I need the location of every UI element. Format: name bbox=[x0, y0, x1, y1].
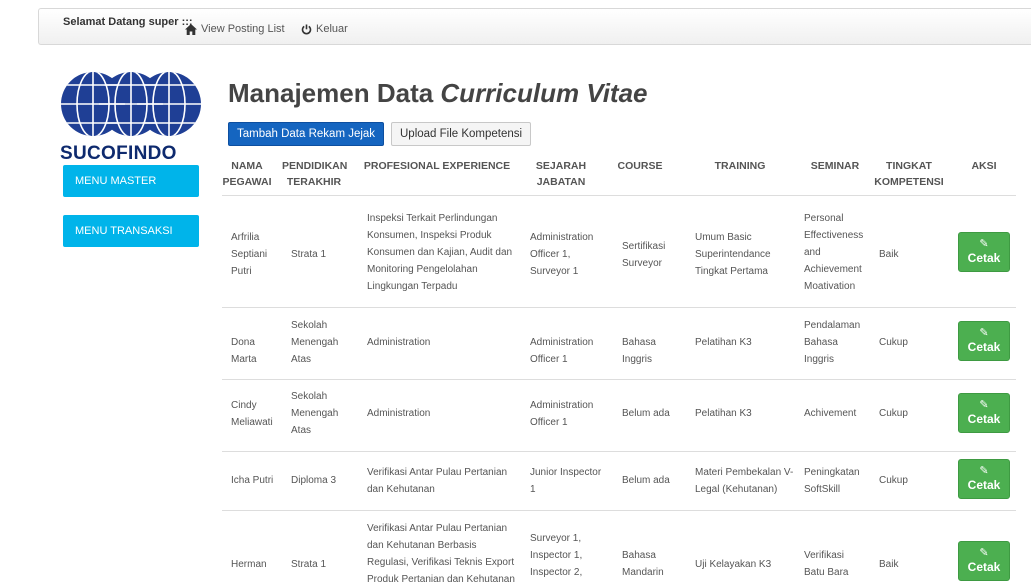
row-divider bbox=[222, 195, 1016, 196]
col-header-seminar: SEMINAR bbox=[810, 160, 860, 172]
cell-seminar: Verifikasi Batu Bara bbox=[804, 550, 849, 578]
cell-pengalaman: Verifikasi Antar Pulau Pertanian dan Keh… bbox=[367, 523, 515, 585]
cell-course: Belum ada bbox=[622, 475, 670, 486]
edit-icon: ✎ bbox=[979, 547, 989, 559]
cell-jabatan: Administration Officer 1 bbox=[530, 337, 594, 365]
cell-pendidikan: Sekolah Menengah Atas bbox=[291, 320, 339, 365]
view-posting-link[interactable]: View Posting List bbox=[185, 23, 285, 35]
cell-pengalaman: Administration bbox=[367, 408, 431, 419]
col-header-pendidikan: PENDIDIKAN TERAKHIR bbox=[282, 160, 348, 188]
home-icon bbox=[185, 23, 197, 35]
col-header-jabatan: SEJARAH JABATAN bbox=[535, 160, 587, 188]
cetak-label: Cetak bbox=[967, 560, 1001, 574]
cetak-label: Cetak bbox=[967, 412, 1001, 426]
cell-seminar: Achivement bbox=[804, 408, 857, 419]
cell-pendidikan: Diploma 3 bbox=[291, 475, 337, 486]
edit-icon: ✎ bbox=[979, 465, 989, 477]
edit-icon: ✎ bbox=[979, 327, 989, 339]
cell-pengalaman: Administration bbox=[367, 337, 431, 348]
cell-training: Materi Pembekalan V-Legal (Kehutanan) bbox=[695, 467, 794, 495]
sucofindo-logo: SUCOFINDO bbox=[60, 63, 206, 165]
add-record-button[interactable]: Tambah Data Rekam Jejak bbox=[228, 122, 385, 146]
cell-course: Bahasa Mandarin bbox=[622, 550, 664, 578]
view-posting-label: View Posting List bbox=[201, 23, 285, 35]
cell-kompetensi: Baik bbox=[879, 249, 899, 260]
cetak-label: Cetak bbox=[967, 251, 1001, 265]
menu-transaksi-button[interactable]: MENU TRANSAKSI bbox=[63, 215, 199, 247]
cell-nama: Cindy Meliawati bbox=[231, 400, 273, 428]
cell-seminar: Peningkatan SoftSkill bbox=[804, 467, 860, 495]
col-header-aksi: AKSI bbox=[971, 160, 997, 172]
cell-jabatan: Administration Officer 1, Surveyor 1 bbox=[530, 232, 594, 277]
cell-training: Umum Basic Superintendance Tingkat Perta… bbox=[695, 232, 771, 277]
cell-pendidikan: Strata 1 bbox=[291, 559, 327, 570]
row-divider bbox=[222, 307, 1016, 308]
cetak-button[interactable]: ✎ Cetak bbox=[958, 321, 1010, 361]
cetak-label: Cetak bbox=[967, 340, 1001, 354]
welcome-text: Selamat Datang super ::: bbox=[63, 16, 193, 28]
cell-training: Uji Kelayakan K3 bbox=[695, 559, 772, 570]
edit-icon: ✎ bbox=[979, 238, 989, 250]
cell-kompetensi: Cukup bbox=[879, 337, 908, 348]
cell-jabatan: Junior Inspector 1 bbox=[530, 467, 602, 495]
cell-nama: Herman bbox=[231, 559, 267, 570]
edit-icon: ✎ bbox=[979, 399, 989, 411]
cell-course: Bahasa Inggris bbox=[622, 337, 656, 365]
cell-pengalaman: Inspeksi Terkait Perlindungan Konsumen, … bbox=[367, 213, 513, 292]
menu-master-button[interactable]: MENU MASTER bbox=[63, 165, 199, 197]
cell-training: Pelatihan K3 bbox=[695, 408, 752, 419]
cell-course: Belum ada bbox=[622, 408, 670, 419]
cell-pengalaman: Verifikasi Antar Pulau Pertanian dan Keh… bbox=[367, 467, 508, 495]
cell-kompetensi: Cukup bbox=[879, 408, 908, 419]
cell-training: Pelatihan K3 bbox=[695, 337, 752, 348]
cetak-button[interactable]: ✎ Cetak bbox=[958, 541, 1010, 581]
cell-pendidikan: Strata 1 bbox=[291, 249, 327, 260]
row-divider bbox=[222, 510, 1016, 511]
col-header-course: COURSE bbox=[617, 160, 663, 172]
page-title-plain: Manajemen Data bbox=[228, 78, 441, 108]
cell-seminar: Personal Effectiveness and Achievement M… bbox=[804, 213, 864, 292]
upload-file-button[interactable]: Upload File Kompetensi bbox=[391, 122, 532, 146]
cell-course: Sertifikasi Surveyor bbox=[622, 241, 666, 269]
col-header-kompetensi: TINGKAT KOMPETENSI bbox=[874, 160, 944, 188]
cell-nama: Arfrilia Septiani Putri bbox=[231, 232, 268, 277]
col-header-pengalaman: PROFESIONAL EXPERIENCE bbox=[363, 160, 511, 172]
cetak-button[interactable]: ✎ Cetak bbox=[958, 459, 1010, 499]
cetak-button[interactable]: ✎ Cetak bbox=[958, 393, 1010, 433]
page-title-italic: Curriculum Vitae bbox=[440, 78, 648, 108]
cell-seminar: Pendalaman Bahasa Inggris bbox=[804, 320, 861, 365]
top-navbar: Selamat Datang super ::: View Posting Li… bbox=[38, 8, 1031, 45]
cetak-button[interactable]: ✎ Cetak bbox=[958, 232, 1010, 272]
logo-wordmark: SUCOFINDO bbox=[60, 143, 177, 164]
row-divider bbox=[222, 451, 1016, 452]
logout-link[interactable]: Keluar bbox=[301, 23, 348, 35]
row-divider bbox=[222, 379, 1016, 380]
power-icon bbox=[301, 24, 312, 35]
page-title: Manajemen Data Curriculum Vitae bbox=[228, 78, 648, 109]
cell-jabatan: Surveyor 1, Inspector 1, Inspector 2, bbox=[530, 533, 583, 578]
cell-nama: Dona Marta bbox=[231, 337, 257, 365]
logout-label: Keluar bbox=[316, 23, 348, 35]
cell-jabatan: Administration Officer 1 bbox=[530, 400, 594, 428]
cetak-label: Cetak bbox=[967, 478, 1001, 492]
cell-kompetensi: Baik bbox=[879, 559, 899, 570]
cell-pendidikan: Sekolah Menengah Atas bbox=[291, 391, 339, 436]
globe-logo-icon bbox=[61, 72, 201, 136]
col-header-training: TRAINING bbox=[714, 160, 766, 172]
cell-kompetensi: Cukup bbox=[879, 475, 908, 486]
col-header-nama: NAMA PEGAWAI bbox=[222, 160, 272, 188]
cell-nama: Icha Putri bbox=[231, 475, 274, 486]
